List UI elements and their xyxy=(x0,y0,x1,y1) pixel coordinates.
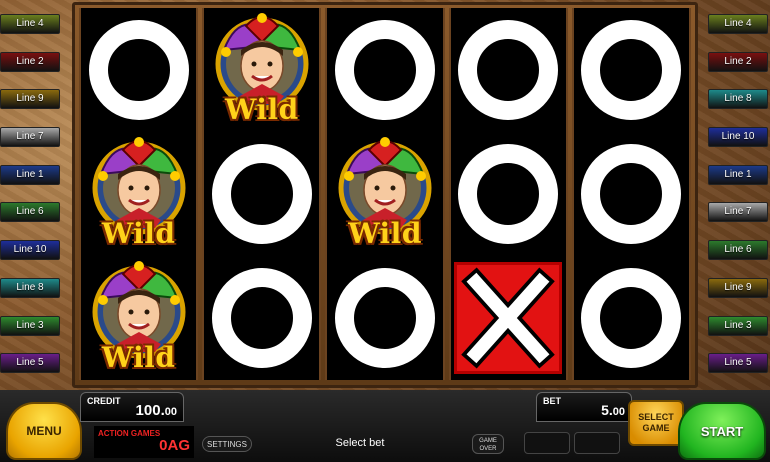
credit-value: 100.00 xyxy=(135,402,177,419)
wild-jester-symbol: Wild xyxy=(206,12,318,128)
action-games-display: ACTION GAMES 0AG xyxy=(94,426,194,458)
line-indicator-right: Line 4 xyxy=(708,14,768,34)
line-indicator-left: Line 8 xyxy=(0,277,60,298)
wild-label: Wild xyxy=(101,341,176,374)
wild-label: Wild xyxy=(348,217,422,250)
x-symbol xyxy=(452,260,564,376)
settings-button[interactable]: SETTINGS xyxy=(202,436,252,452)
reel-3: Wild xyxy=(325,8,445,380)
right-line-indicators: Line 4 Line 2 Line 8 Line 10 Line 1 Line 7 Lin… xyxy=(708,14,770,391)
o-symbol xyxy=(83,12,195,128)
wild-jester-symbol: Wild xyxy=(83,260,195,376)
o-symbol xyxy=(575,260,687,376)
line-indicator-right: Line 10 xyxy=(708,127,768,148)
wild-jester-symbol: Wild xyxy=(83,136,195,252)
line-indicator-right: Line 1 xyxy=(708,164,768,185)
line-indicator-right: Line 9 xyxy=(708,277,768,298)
credit-display: CREDIT 100.00 xyxy=(80,392,184,422)
line-indicator-right: Line 6 xyxy=(708,240,768,261)
reels: Wild Wild Wild Wild xyxy=(79,8,692,380)
status-message: Select bet xyxy=(335,437,385,449)
action-games-value: 0AG xyxy=(159,437,190,454)
line-indicator-left: Line 6 xyxy=(0,202,60,223)
reel-5 xyxy=(571,8,692,380)
reel-1: Wild Wild xyxy=(79,8,199,380)
line-indicator-left: Line 2 xyxy=(0,51,60,72)
action-games-label: ACTION GAMES xyxy=(98,429,161,438)
o-symbol xyxy=(575,12,687,128)
line-indicator-left: Line 4 xyxy=(0,14,60,34)
bet-value: 5.00 xyxy=(601,402,625,418)
reel-4 xyxy=(448,8,568,380)
wild-jester-symbol: Wild xyxy=(329,136,441,252)
line-indicator-left: Line 7 xyxy=(0,127,60,148)
o-symbol xyxy=(329,12,441,128)
wild-label: Wild xyxy=(101,217,176,250)
line-indicator-left: Line 10 xyxy=(0,240,60,261)
o-symbol xyxy=(575,136,687,252)
line-indicator-right: Line 3 xyxy=(708,315,768,336)
o-symbol xyxy=(452,136,564,252)
start-button[interactable]: START xyxy=(678,402,766,460)
credit-label: CREDIT xyxy=(87,396,121,406)
empty-slot xyxy=(524,432,570,454)
wild-label: Wild xyxy=(224,93,299,126)
o-symbol xyxy=(452,12,564,128)
select-game-button[interactable]: SELECT GAME xyxy=(628,400,684,446)
line-indicator-left: Line 9 xyxy=(0,89,60,110)
line-indicator-right: Line 2 xyxy=(708,51,768,72)
line-indicator-left: Line 5 xyxy=(0,353,60,374)
line-indicator-right: Line 7 xyxy=(708,202,768,223)
reel-2: Wild xyxy=(202,8,322,380)
line-indicator-right: Line 8 xyxy=(708,89,768,110)
menu-button[interactable]: MENU xyxy=(6,402,82,460)
o-symbol xyxy=(206,260,318,376)
left-line-indicators: Line 4 Line 2 Line 9 Line 7 Line 1 Line 6 Line… xyxy=(0,14,62,391)
o-symbol xyxy=(206,136,318,252)
game-over-button[interactable]: GAME OVER xyxy=(472,434,504,454)
bet-display: BET 5.00 xyxy=(536,392,632,422)
line-indicator-right: Line 5 xyxy=(708,353,768,374)
empty-slot xyxy=(574,432,620,454)
line-indicator-left: Line 1 xyxy=(0,164,60,185)
o-symbol xyxy=(329,260,441,376)
line-indicator-left: Line 3 xyxy=(0,315,60,336)
bet-label: BET xyxy=(543,396,561,406)
